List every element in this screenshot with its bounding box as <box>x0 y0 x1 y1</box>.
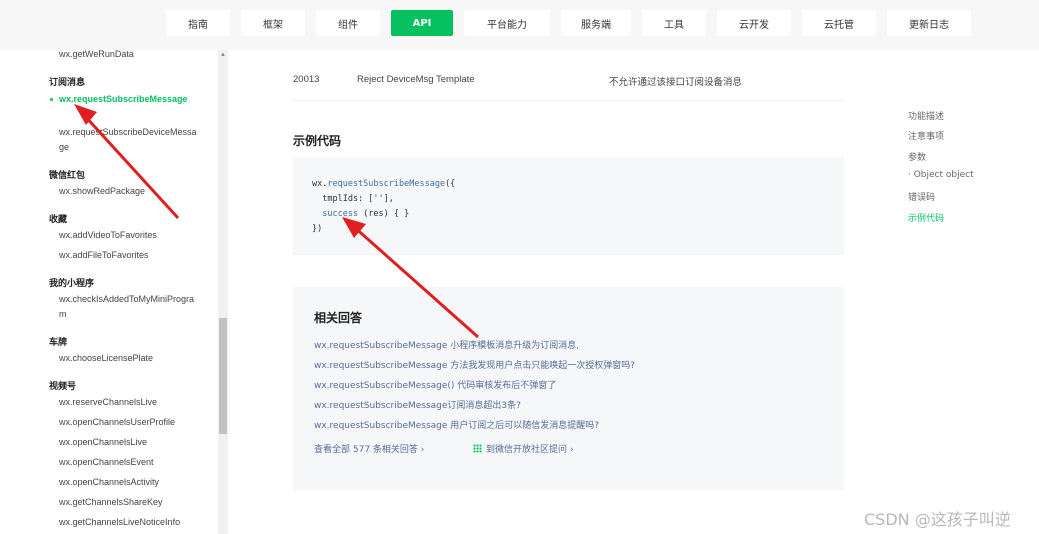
toc-item[interactable]: 参数 <box>908 150 926 163</box>
code-line-4: }) <box>312 224 323 234</box>
sidebar-item[interactable]: wx.openChannelsLive <box>59 435 199 450</box>
sidebar-item[interactable]: wx.openChannelsActivity <box>59 475 199 490</box>
top-navigation: 指南 框架 组件 API 平台能力 服务端 工具 云开发 云托管 更新日志 <box>0 0 1039 50</box>
code-line-2: tmplIds: [''], <box>312 194 394 204</box>
csdn-watermark: CSDN @这孩子叫逆 <box>864 510 1011 529</box>
toc-item[interactable]: 注意事项 <box>908 129 944 142</box>
sidebar-item[interactable]: wx.checkIsAddedToMyMiniProgram <box>59 292 197 322</box>
tab-guide[interactable]: 指南 <box>166 10 230 36</box>
error-description: 不允许通过该接口订阅设备消息 <box>609 77 743 88</box>
sidebar-item[interactable]: wx.showRedPackage <box>59 184 199 199</box>
tab-server[interactable]: 服务端 <box>561 10 631 36</box>
community-grid-icon <box>473 444 482 453</box>
table-divider <box>293 100 844 101</box>
tab-cloud-hosting[interactable]: 云托管 <box>802 10 876 36</box>
sidebar-group-title: 微信红包 <box>49 171 86 181</box>
toc-item[interactable]: 功能描述 <box>908 109 944 122</box>
tab-cloud-dev[interactable]: 云开发 <box>717 10 791 36</box>
code-block[interactable]: wx.requestSubscribeMessage({ tmplIds: ['… <box>293 157 844 255</box>
api-sidebar: wx.getWeRunData 订阅消息 wx.requestSubscribe… <box>40 47 228 534</box>
related-link[interactable]: wx.requestSubscribeMessage() 代码审核发布后不弹窗了 <box>314 378 556 391</box>
tab-framework[interactable]: 框架 <box>241 10 305 36</box>
example-heading: 示例代码 <box>293 134 342 148</box>
scroll-up-icon[interactable]: ▲ <box>220 52 226 58</box>
related-link[interactable]: wx.requestSubscribeMessage 方法我发现用户点击只能唤起… <box>314 358 635 371</box>
tab-components[interactable]: 组件 <box>316 10 380 36</box>
sidebar-item[interactable]: wx.getWeRunData <box>59 47 199 62</box>
sidebar-group-title: 视频号 <box>49 382 77 392</box>
sidebar-group-title: 车牌 <box>49 338 68 348</box>
sidebar-item[interactable]: wx.requestSubscribeDeviceMessage <box>59 125 197 155</box>
sidebar-scrollbar-thumb[interactable] <box>219 318 227 434</box>
sidebar-item[interactable]: wx.chooseLicensePlate <box>59 351 199 366</box>
error-name: Reject DeviceMsg Template <box>357 74 475 85</box>
sidebar-group-title: 收藏 <box>49 215 68 225</box>
related-answers-title: 相关回答 <box>314 311 363 325</box>
toc-item[interactable]: · Object object <box>908 170 974 180</box>
code-line-1: wx.requestSubscribeMessage({ <box>312 179 456 189</box>
tab-api[interactable]: API <box>391 10 453 36</box>
sidebar-item[interactable]: wx.getChannelsShareKey <box>59 495 199 510</box>
sidebar-item[interactable]: wx.openChannelsUserProfile <box>59 415 199 430</box>
related-link[interactable]: wx.requestSubscribeMessage 小程序模板消息升级为订阅消… <box>314 338 579 351</box>
sidebar-item[interactable]: wx.openChannelsEvent <box>59 455 199 470</box>
sidebar-scrollbar[interactable] <box>218 50 228 534</box>
related-link[interactable]: wx.requestSubscribeMessage订阅消息超出3条? <box>314 398 521 411</box>
sidebar-item-active[interactable]: wx.requestSubscribeMessage <box>59 92 197 107</box>
sidebar-group-title: 订阅消息 <box>49 78 86 88</box>
ask-community-link[interactable]: 到微信开放社区提问 › <box>473 442 573 455</box>
tab-changelog[interactable]: 更新日志 <box>887 10 971 36</box>
tab-platform[interactable]: 平台能力 <box>464 10 550 36</box>
sidebar-item[interactable]: wx.reserveChannelsLive <box>59 395 199 410</box>
related-link[interactable]: wx.requestSubscribeMessage 用户订阅之后可以随信发消息… <box>314 418 599 431</box>
view-all-answers-link[interactable]: 查看全部 577 条相关回答 › <box>314 442 424 455</box>
code-line-3: success (res) { } <box>322 209 410 219</box>
tab-tools[interactable]: 工具 <box>642 10 706 36</box>
active-dot-icon <box>50 98 53 101</box>
sidebar-item[interactable]: wx.addFileToFavorites <box>59 248 199 263</box>
sidebar-item[interactable]: wx.getChannelsLiveNoticeInfo <box>59 515 199 530</box>
error-code: 20013 <box>293 74 320 85</box>
sidebar-item[interactable]: wx.addVideoToFavorites <box>59 228 199 243</box>
toc-item[interactable]: 错误码 <box>908 190 935 203</box>
sidebar-group-title: 我的小程序 <box>49 279 95 289</box>
toc-item-active[interactable]: 示例代码 <box>908 211 944 224</box>
related-answers-panel: 相关回答 wx.requestSubscribeMessage 小程序模板消息升… <box>293 287 844 490</box>
